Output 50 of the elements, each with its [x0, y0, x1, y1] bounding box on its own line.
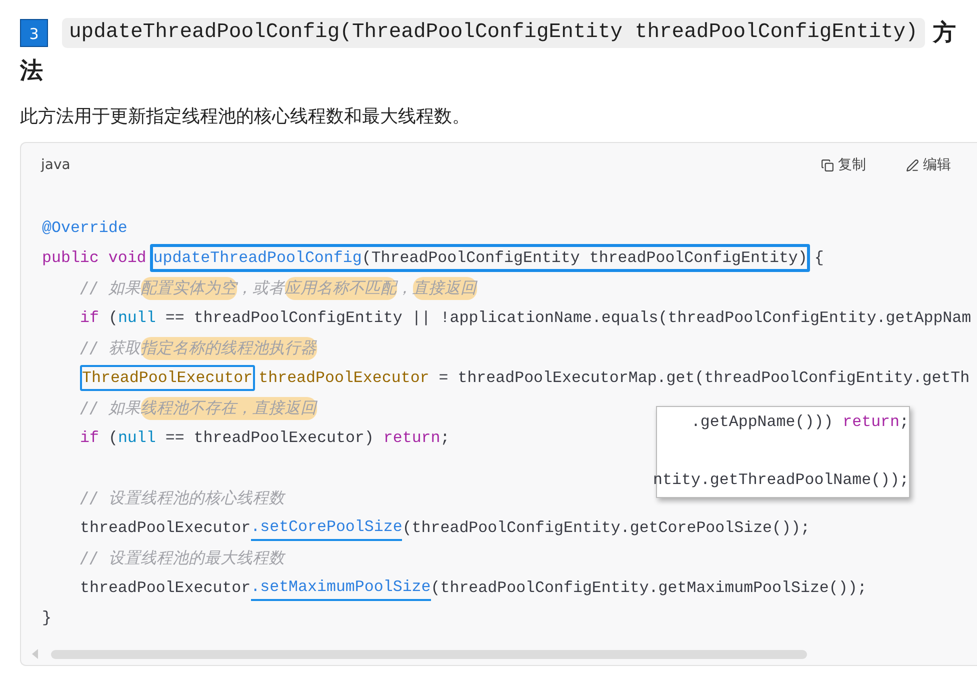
intro-paragraph: 此方法用于更新指定线程池的核心线程数和最大线程数。 [20, 105, 471, 128]
code-token: ( [107, 429, 118, 447]
code-token: return [383, 429, 440, 447]
code-comment: // 如果 [80, 278, 141, 296]
copy-icon [821, 158, 834, 172]
code-token: } [42, 609, 52, 627]
code-token: if [80, 429, 99, 447]
code-token: { [814, 249, 824, 267]
step-number-badge: 3 [20, 19, 48, 47]
code-annotation-box: updateThreadPoolConfig(ThreadPoolConfigEntity threadPoolConfigEntity) [150, 244, 810, 272]
code-comment: // 设置线程池的最大线程数 [80, 548, 285, 566]
code-token: == threadPoolExecutor) [164, 429, 375, 447]
code-comment: // 获取 [80, 338, 141, 356]
code-token: ; [900, 413, 909, 431]
code-annotation-box: ThreadPoolExecutor [80, 365, 255, 391]
language-label: java [41, 157, 72, 173]
code-comment: ，或者 [236, 278, 285, 296]
scrollbar-thumb[interactable] [51, 650, 807, 658]
code-token: .getAppName())) [690, 413, 834, 431]
code-token: == threadPoolConfigEntity || !applicationName.equals(threadPoolConfigEntity.getAppNam [164, 309, 972, 327]
code-token: ( [107, 309, 118, 327]
code-token: ; [440, 429, 450, 447]
copy-button[interactable]: 复制 [821, 156, 866, 174]
code-token: public void [42, 249, 146, 267]
edit-button[interactable]: 编辑 [906, 156, 951, 174]
code-token: null [118, 309, 156, 327]
highlighted-comment: 指定名称的线程池执行器 [140, 336, 317, 360]
code-token: threadPoolExecutor [258, 369, 430, 387]
underlined-code: .setCorePoolSize [250, 515, 402, 541]
highlighted-comment: 线程池不存在，直接返回 [140, 396, 317, 420]
code-token: (threadPoolConfigEntity.getMaximumPoolSize()); [430, 579, 867, 597]
code-token: threadPoolExecutor [80, 519, 251, 537]
heading-text: 方 [932, 19, 956, 48]
highlighted-comment: 配置实体为空 [140, 276, 237, 300]
pen-icon [906, 158, 919, 172]
code-comment: // 设置线程池的核心线程数 [80, 488, 285, 506]
code-comment: // 如果 [80, 398, 141, 416]
code-comment: ， [396, 278, 413, 296]
underlined-code: .setMaximumPoolSize [250, 575, 431, 601]
code-token: null [118, 429, 156, 447]
inline-code: updateThreadPoolConfig(ThreadPoolConfigEntity threadPoolConfigEntity) [62, 18, 925, 48]
heading-text: 法 [20, 57, 43, 86]
code-token: threadPoolExecutor [80, 579, 251, 597]
code-token: if [80, 309, 99, 327]
code-token: = threadPoolExecutorMap.get(threadPoolConfigEntity.getTh [438, 369, 970, 387]
code-token: (threadPoolConfigEntity.getCorePoolSize()); [402, 519, 810, 537]
scroll-left-icon[interactable] [31, 649, 39, 659]
code-token: @Override [42, 219, 128, 237]
code-token: ntity.getThreadPoolName()); [653, 471, 909, 489]
code-token: return [842, 413, 900, 431]
